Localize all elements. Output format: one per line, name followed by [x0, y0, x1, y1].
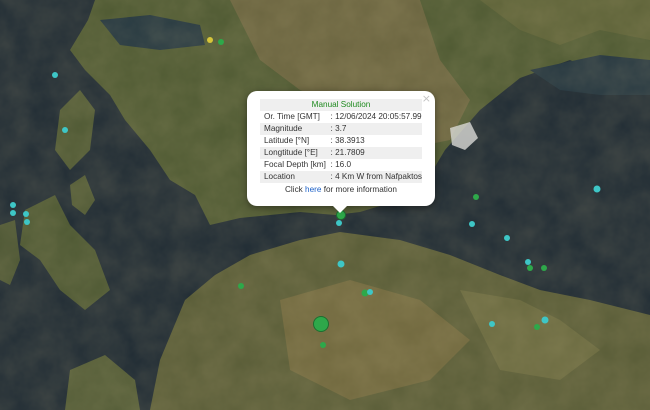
more-info-prefix: Click [285, 185, 303, 194]
event-marker[interactable] [337, 260, 345, 268]
field-label: Focal Depth [km] [260, 159, 327, 171]
event-marker[interactable] [24, 219, 30, 225]
table-row: Or. Time [GMT] : 12/06/2024 20:05:57.99 [260, 111, 422, 123]
event-details-table: Or. Time [GMT] : 12/06/2024 20:05:57.99 … [260, 111, 422, 183]
event-marker[interactable] [320, 342, 326, 348]
event-marker[interactable] [238, 283, 244, 289]
field-value: : 38.3913 [326, 135, 422, 147]
field-value: : 16.0 [326, 159, 422, 171]
event-marker[interactable] [336, 220, 342, 226]
table-row: Location : 4 Km W from Nafpaktos [260, 171, 422, 183]
more-info-suffix: for more information [323, 185, 397, 194]
event-marker[interactable] [367, 289, 373, 295]
field-label: Or. Time [GMT] [260, 111, 327, 123]
field-label: Latitude [°N] [260, 135, 327, 147]
popup-pointer [333, 206, 347, 213]
field-label: Longtitude [°E] [260, 147, 327, 159]
event-marker[interactable] [10, 210, 16, 216]
event-marker[interactable] [473, 194, 479, 200]
event-marker[interactable] [469, 221, 475, 227]
event-marker[interactable] [218, 39, 224, 45]
event-marker[interactable] [534, 324, 540, 330]
event-marker[interactable] [541, 316, 549, 324]
event-marker[interactable] [504, 235, 510, 241]
more-info-line: Click here for more information [247, 184, 435, 196]
field-label: Magnitude [260, 123, 327, 135]
close-icon[interactable]: × [422, 92, 431, 105]
event-marker[interactable] [489, 321, 495, 327]
event-marker[interactable] [593, 185, 601, 193]
event-marker[interactable] [527, 265, 533, 271]
field-value: : 12/06/2024 20:05:57.99 [326, 111, 422, 123]
field-value: : 4 Km W from Nafpaktos [326, 171, 422, 183]
map-view[interactable]: × Manual Solution Or. Time [GMT] : 12/06… [0, 0, 650, 410]
table-row: Magnitude : 3.7 [260, 123, 422, 135]
more-info-link[interactable]: here [305, 185, 321, 194]
table-row: Latitude [°N] : 38.3913 [260, 135, 422, 147]
event-marker[interactable] [10, 202, 16, 208]
event-marker[interactable] [23, 211, 29, 217]
table-row: Focal Depth [km] : 16.0 [260, 159, 422, 171]
field-label: Location [260, 171, 327, 183]
event-marker[interactable] [541, 265, 547, 271]
event-marker[interactable] [52, 72, 58, 78]
event-marker[interactable] [207, 37, 213, 43]
field-value: : 3.7 [326, 123, 422, 135]
table-row: Longtitude [°E] : 21.7809 [260, 147, 422, 159]
field-value: : 21.7809 [326, 147, 422, 159]
event-info-popup: × Manual Solution Or. Time [GMT] : 12/06… [247, 91, 435, 213]
popup-title: Manual Solution [260, 99, 422, 111]
event-marker[interactable] [62, 127, 68, 133]
event-marker-large[interactable] [313, 316, 329, 332]
